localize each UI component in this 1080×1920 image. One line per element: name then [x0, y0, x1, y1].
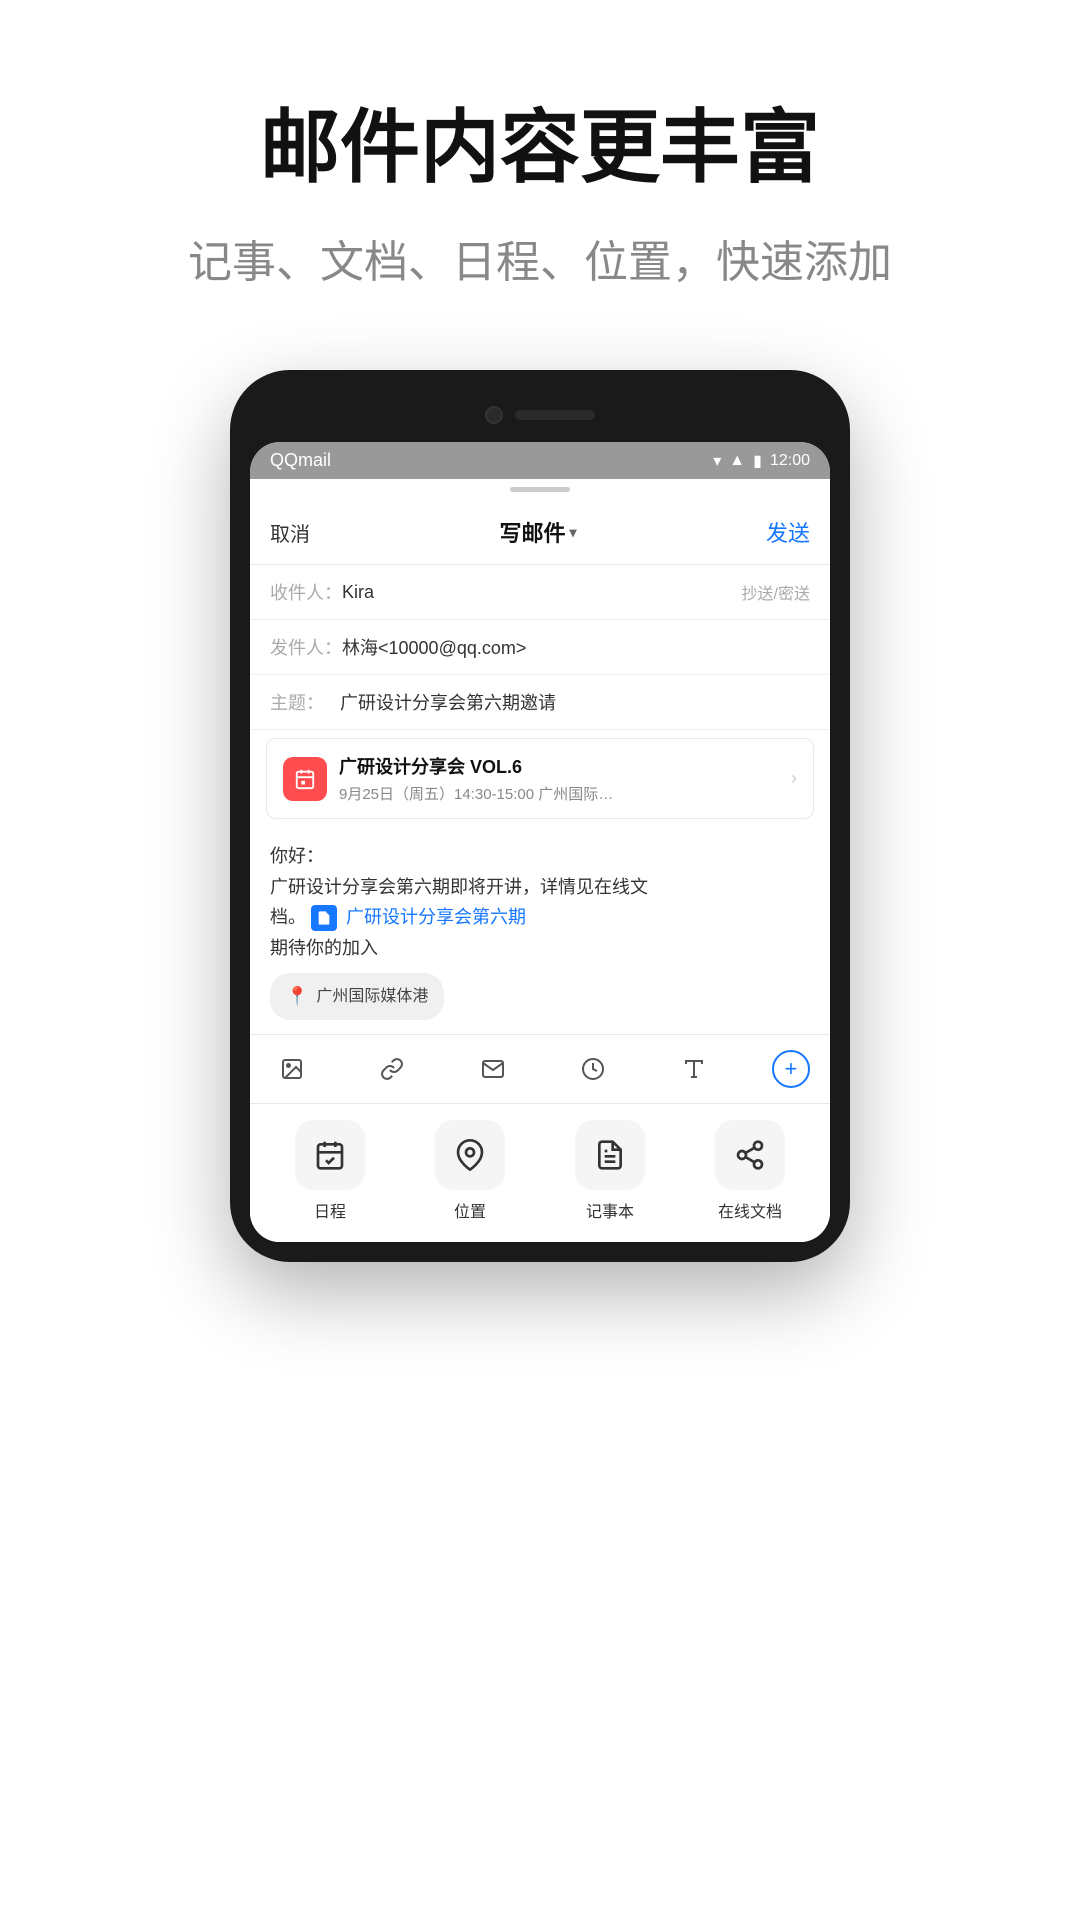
- event-calendar-icon: [283, 757, 327, 801]
- to-value[interactable]: Kira: [342, 582, 742, 603]
- action-note[interactable]: 记事本: [540, 1120, 680, 1222]
- pull-indicator: [250, 479, 830, 500]
- body-line3: 期待你的加入: [270, 933, 810, 964]
- location-tag-icon: 📍: [286, 981, 308, 1012]
- compose-toolbar: +: [250, 1034, 830, 1103]
- time-display: 12:00: [770, 452, 810, 470]
- add-button[interactable]: +: [772, 1050, 810, 1088]
- doc-link[interactable]: 广研设计分享会第六期: [346, 907, 526, 927]
- signal-icon: ▲: [729, 452, 745, 470]
- location-tag[interactable]: 📍 广州国际媒体港: [270, 973, 444, 1020]
- from-value[interactable]: 林海<10000@qq.com>: [342, 634, 810, 660]
- battery-icon: ▮: [753, 451, 762, 471]
- link-icon[interactable]: [370, 1047, 414, 1091]
- from-label: 发件人：: [270, 634, 342, 660]
- body-line2: 档。 广研设计分享会第六期: [270, 902, 810, 933]
- action-location[interactable]: 位置: [400, 1120, 540, 1222]
- event-arrow-icon: ›: [791, 768, 797, 789]
- cc-label[interactable]: 抄送/密送: [742, 580, 810, 604]
- phone-frame: QQmail ▾ ▲ ▮ 12:00 取消 写邮件 ▾ 发送: [230, 370, 850, 1262]
- event-details: 9月25日（周五）14:30-15:00 广州国际…: [339, 783, 779, 804]
- mail-icon[interactable]: [471, 1047, 515, 1091]
- wifi-icon: ▾: [713, 451, 721, 471]
- body-line1: 广研设计分享会第六期即将开讲，详情见在线文: [270, 872, 810, 903]
- speaker: [515, 410, 595, 420]
- status-icons: ▾ ▲ ▮ 12:00: [713, 451, 810, 471]
- status-bar: QQmail ▾ ▲ ▮ 12:00: [250, 442, 830, 479]
- title-dropdown-icon: ▾: [569, 524, 576, 541]
- online-doc-icon-box: [715, 1120, 785, 1190]
- subject-field: 主题： 广研设计分享会第六期邀请: [250, 675, 830, 730]
- note-icon-box: [575, 1120, 645, 1190]
- event-title: 广研设计分享会 VOL.6: [339, 753, 779, 779]
- from-field: 发件人： 林海<10000@qq.com>: [250, 620, 830, 675]
- camera-bar: [485, 406, 595, 424]
- compose-title-text: 写邮件: [499, 516, 565, 548]
- greeting-line: 你好：: [270, 841, 810, 872]
- page-header: 邮件内容更丰富 记事、文档、日程、位置，快速添加: [0, 0, 1080, 330]
- image-icon[interactable]: [270, 1047, 314, 1091]
- event-card[interactable]: 广研设计分享会 VOL.6 9月25日（周五）14:30-15:00 广州国际……: [266, 738, 814, 819]
- bottom-actions: 日程 位置: [250, 1103, 830, 1242]
- email-compose: 取消 写邮件 ▾ 发送 收件人： Kira 抄送/密送 发件人： 林海<1000…: [250, 500, 830, 1242]
- action-online-doc[interactable]: 在线文档: [680, 1120, 820, 1222]
- phone-screen: QQmail ▾ ▲ ▮ 12:00 取消 写邮件 ▾ 发送: [250, 442, 830, 1242]
- online-doc-label: 在线文档: [718, 1198, 782, 1222]
- location-tag-text: 广州国际媒体港: [316, 983, 428, 1010]
- location-icon-box: [435, 1120, 505, 1190]
- page-subtitle: 记事、文档、日程、位置，快速添加: [60, 226, 1020, 290]
- subject-value[interactable]: 广研设计分享会第六期邀请: [340, 689, 810, 715]
- to-label: 收件人：: [270, 579, 342, 605]
- send-button[interactable]: 发送: [766, 516, 810, 548]
- compose-title: 写邮件 ▾: [499, 516, 576, 548]
- to-field: 收件人： Kira 抄送/密送: [250, 565, 830, 620]
- front-camera: [485, 406, 503, 424]
- calendar-label: 日程: [314, 1198, 346, 1222]
- doc-inline-icon: [311, 905, 337, 931]
- note-label: 记事本: [586, 1198, 634, 1222]
- action-calendar[interactable]: 日程: [260, 1120, 400, 1222]
- app-name: QQmail: [270, 450, 331, 471]
- text-format-icon[interactable]: [672, 1047, 716, 1091]
- pull-bar: [510, 487, 570, 492]
- compose-nav: 取消 写邮件 ▾ 发送: [250, 500, 830, 565]
- email-body[interactable]: 你好： 广研设计分享会第六期即将开讲，详情见在线文 档。 广研设计分享会第六期 …: [250, 827, 830, 1034]
- plus-icon: +: [785, 1056, 798, 1082]
- phone-notch: [250, 390, 830, 442]
- subject-label: 主题：: [270, 689, 340, 715]
- calendar-icon-box: [295, 1120, 365, 1190]
- clock-icon[interactable]: [571, 1047, 615, 1091]
- location-label: 位置: [454, 1198, 486, 1222]
- cancel-button[interactable]: 取消: [270, 518, 310, 547]
- page-title: 邮件内容更丰富: [60, 100, 1020, 196]
- event-info: 广研设计分享会 VOL.6 9月25日（周五）14:30-15:00 广州国际…: [339, 753, 779, 804]
